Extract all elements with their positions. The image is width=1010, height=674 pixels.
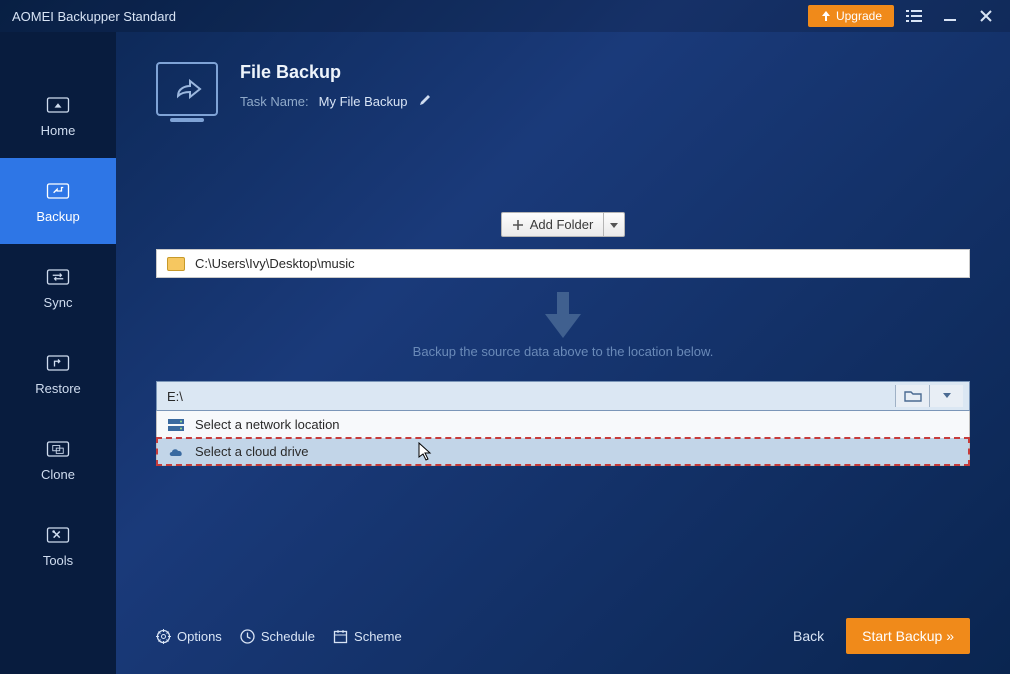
page-title: File Backup bbox=[240, 62, 432, 83]
clone-icon bbox=[44, 437, 72, 461]
clock-icon bbox=[240, 629, 255, 644]
options-label: Options bbox=[177, 629, 222, 644]
home-icon bbox=[44, 93, 72, 117]
sidebar-item-home[interactable]: Home bbox=[0, 72, 116, 158]
chevron-down-icon bbox=[610, 223, 618, 229]
task-name-value: My File Backup bbox=[319, 94, 408, 109]
destination-dropdown-list: Select a network location Select a cloud… bbox=[156, 411, 970, 466]
sidebar-item-label: Clone bbox=[41, 467, 75, 482]
destination-path-text: E:\ bbox=[167, 389, 895, 404]
minimize-icon bbox=[943, 9, 957, 23]
backup-icon bbox=[44, 179, 72, 203]
footer: Options Schedule Scheme Back Start Backu… bbox=[156, 618, 970, 654]
add-folder-label: Add Folder bbox=[530, 217, 594, 232]
folder-icon bbox=[167, 257, 185, 271]
upgrade-icon bbox=[820, 10, 832, 22]
sidebar-item-clone[interactable]: Clone bbox=[0, 416, 116, 502]
add-folder-button[interactable]: Add Folder bbox=[501, 212, 626, 237]
close-button[interactable] bbox=[970, 3, 1002, 29]
content-area: Add Folder C:\Users\Ivy\Desktop\music Ba… bbox=[156, 212, 970, 466]
sidebar-item-label: Tools bbox=[43, 553, 73, 568]
flow-arrow bbox=[156, 292, 970, 338]
app-title: AOMEI Backupper Standard bbox=[12, 9, 808, 24]
menu-button[interactable] bbox=[898, 3, 930, 29]
instruction-text: Backup the source data above to the loca… bbox=[156, 344, 970, 359]
pencil-icon bbox=[418, 93, 432, 107]
options-button[interactable]: Options bbox=[156, 629, 222, 644]
page-header: File Backup Task Name: My File Backup bbox=[156, 62, 970, 116]
folder-open-icon bbox=[904, 389, 922, 403]
sidebar: Home Backup Sync Restore Clone Tools bbox=[0, 32, 116, 674]
sidebar-item-backup[interactable]: Backup bbox=[0, 158, 116, 244]
dropdown-item-label: Select a cloud drive bbox=[195, 444, 308, 459]
destination-dropdown-button[interactable] bbox=[929, 385, 963, 407]
window-controls: Upgrade bbox=[808, 3, 1002, 29]
back-button[interactable]: Back bbox=[793, 628, 824, 644]
schedule-button[interactable]: Schedule bbox=[240, 629, 315, 644]
plus-icon bbox=[512, 219, 524, 231]
gear-icon bbox=[156, 629, 171, 644]
start-backup-label: Start Backup » bbox=[862, 628, 954, 644]
scheme-label: Scheme bbox=[354, 629, 402, 644]
network-icon bbox=[167, 418, 185, 432]
tools-icon bbox=[44, 523, 72, 547]
chevron-down-icon bbox=[943, 393, 951, 399]
source-path-text: C:\Users\Ivy\Desktop\music bbox=[195, 256, 355, 271]
destination-path-bar[interactable]: E:\ bbox=[156, 381, 970, 411]
menu-list-icon bbox=[906, 9, 922, 23]
sidebar-item-restore[interactable]: Restore bbox=[0, 330, 116, 416]
sidebar-item-label: Restore bbox=[35, 381, 81, 396]
arrow-down-icon bbox=[541, 292, 585, 338]
minimize-button[interactable] bbox=[934, 3, 966, 29]
task-name-row: Task Name: My File Backup bbox=[240, 93, 432, 110]
browse-destination-button[interactable] bbox=[895, 385, 929, 407]
upgrade-button[interactable]: Upgrade bbox=[808, 5, 894, 27]
cloud-icon bbox=[167, 445, 185, 459]
close-icon bbox=[979, 9, 993, 23]
restore-icon bbox=[44, 351, 72, 375]
sync-icon bbox=[44, 265, 72, 289]
upgrade-label: Upgrade bbox=[836, 9, 882, 23]
dropdown-item-network[interactable]: Select a network location bbox=[157, 411, 969, 438]
source-path-item[interactable]: C:\Users\Ivy\Desktop\music bbox=[156, 249, 970, 278]
cursor-icon bbox=[417, 442, 433, 462]
add-folder-dropdown[interactable] bbox=[603, 213, 624, 236]
dropdown-item-cloud[interactable]: Select a cloud drive bbox=[157, 438, 969, 465]
share-arrow-icon bbox=[172, 76, 202, 102]
main-area: File Backup Task Name: My File Backup Ad… bbox=[116, 32, 1010, 674]
titlebar: AOMEI Backupper Standard Upgrade bbox=[0, 0, 1010, 32]
dropdown-item-label: Select a network location bbox=[195, 417, 340, 432]
sidebar-item-label: Backup bbox=[36, 209, 79, 224]
start-backup-button[interactable]: Start Backup » bbox=[846, 618, 970, 654]
task-name-label: Task Name: bbox=[240, 94, 309, 109]
sidebar-item-label: Home bbox=[41, 123, 76, 138]
calendar-icon bbox=[333, 629, 348, 644]
sidebar-item-sync[interactable]: Sync bbox=[0, 244, 116, 330]
scheme-button[interactable]: Scheme bbox=[333, 629, 402, 644]
sidebar-item-tools[interactable]: Tools bbox=[0, 502, 116, 588]
schedule-label: Schedule bbox=[261, 629, 315, 644]
file-backup-device-icon bbox=[156, 62, 218, 116]
edit-task-name-button[interactable] bbox=[418, 93, 432, 110]
sidebar-item-label: Sync bbox=[44, 295, 73, 310]
